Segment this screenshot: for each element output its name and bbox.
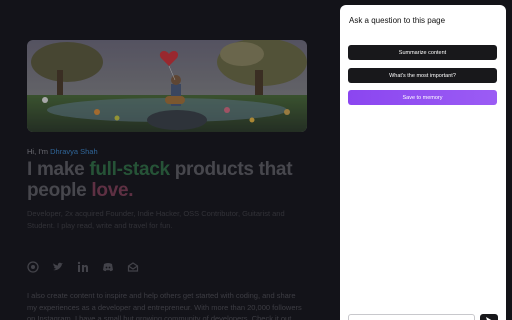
- save-to-memory-button[interactable]: Save to memory: [348, 90, 497, 105]
- hero-illustration: [27, 40, 307, 132]
- about-text: I also create content to inspire and hel…: [27, 291, 302, 320]
- social-links: [27, 260, 139, 273]
- assistant-panel: Ask a question to this page Summarize co…: [340, 5, 506, 320]
- greeting: Hi, I'm Dhravya Shah: [27, 147, 98, 156]
- headline-love: love.: [91, 180, 134, 201]
- github-icon[interactable]: [27, 260, 39, 273]
- headline: I make full-stack products that people l…: [27, 159, 317, 201]
- mail-icon[interactable]: [127, 260, 139, 272]
- website-page: Hi, I'm Dhravya Shah I make full-stack p…: [0, 0, 340, 320]
- headline-part1: I make: [27, 159, 90, 180]
- discord-icon[interactable]: [102, 260, 114, 272]
- panel-title: Ask a question to this page: [349, 16, 446, 25]
- most-important-button[interactable]: What's the most important?: [348, 68, 497, 83]
- headline-highlight: full-stack: [89, 159, 170, 180]
- send-button[interactable]: [480, 314, 498, 320]
- author-name-link[interactable]: Dhravya Shah: [50, 147, 98, 156]
- linkedin-icon[interactable]: [77, 260, 89, 272]
- twitter-icon[interactable]: [52, 260, 64, 272]
- greeting-prefix: Hi, I'm: [27, 147, 49, 156]
- summarize-button[interactable]: Summarize content: [348, 45, 497, 60]
- bio-text: Developer, 2x acquired Founder, Indie Ha…: [27, 209, 285, 230]
- question-input[interactable]: [348, 314, 475, 320]
